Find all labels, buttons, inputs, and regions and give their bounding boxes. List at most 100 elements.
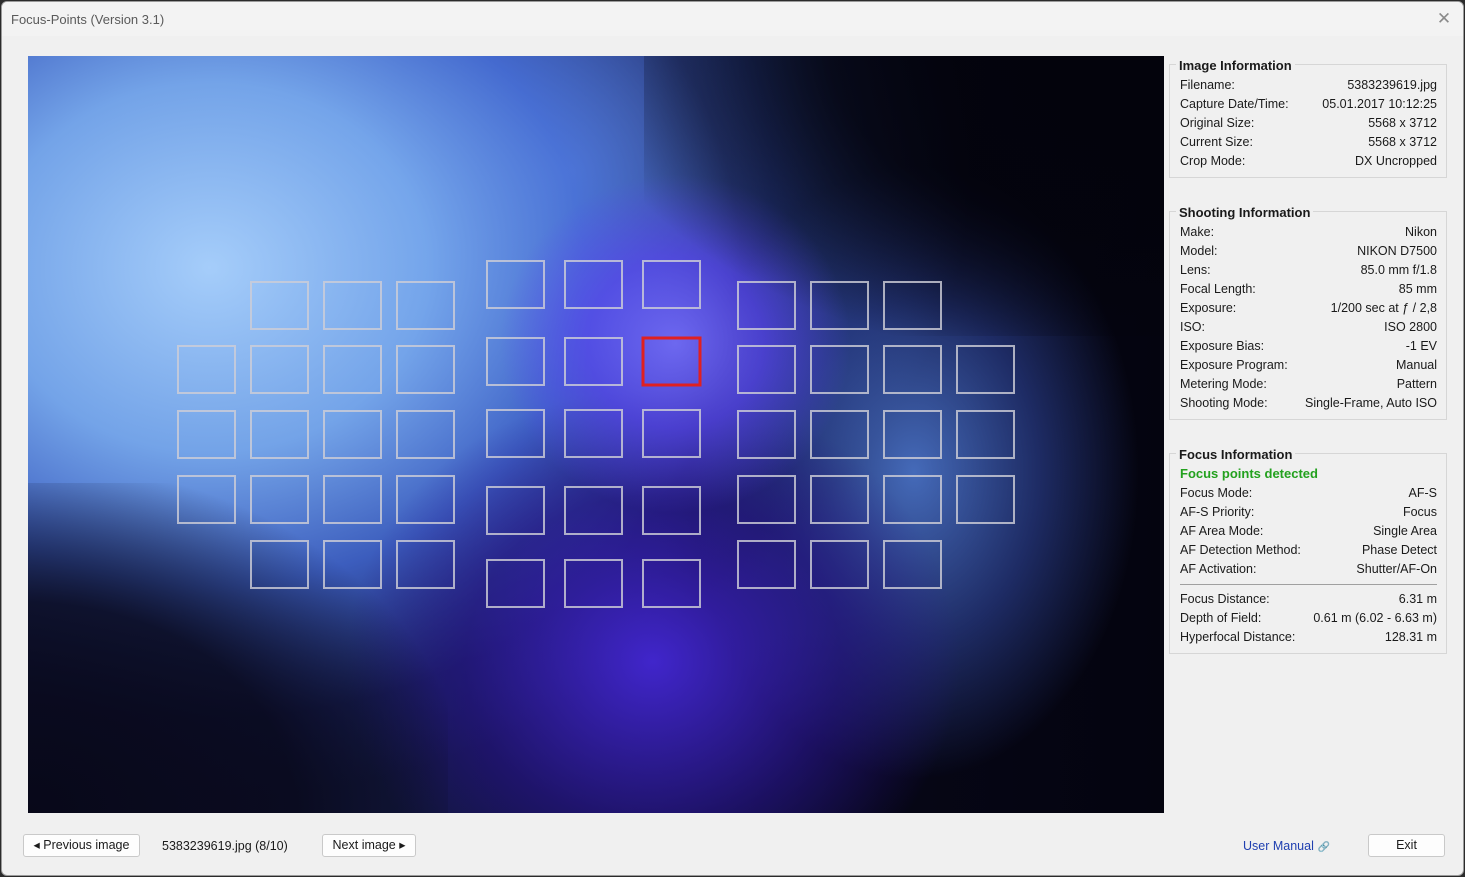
row-label: ISO: bbox=[1180, 320, 1206, 334]
row-label: Filename: bbox=[1180, 78, 1235, 92]
row-value: 85 mm bbox=[1398, 282, 1437, 296]
shooting-row-lens: Lens: 85.0 mm f/1.8 bbox=[1180, 263, 1437, 282]
row-value: 05.01.2017 10:12:25 bbox=[1322, 97, 1437, 111]
focus-row-af-detection: AF Detection Method: Phase Detect bbox=[1180, 543, 1437, 562]
af-point bbox=[486, 559, 545, 608]
next-image-button[interactable]: Next image ▸ bbox=[322, 834, 416, 857]
close-icon[interactable]: ✕ bbox=[1431, 6, 1457, 32]
row-label: Shooting Mode: bbox=[1180, 396, 1268, 410]
shooting-row-exposure: Exposure: 1/200 sec at ƒ / 2,8 bbox=[1180, 301, 1437, 320]
row-value: NIKON D7500 bbox=[1357, 244, 1437, 258]
row-label: AF-S Priority: bbox=[1180, 505, 1255, 519]
row-label: Crop Mode: bbox=[1180, 154, 1246, 168]
title-bar: Focus-Points (Version 3.1) ✕ bbox=[2, 2, 1463, 36]
shooting-row-make: Make: Nikon bbox=[1180, 225, 1437, 244]
af-point bbox=[250, 281, 309, 330]
shooting-row-shooting-mode: Shooting Mode: Single-Frame, Auto ISO bbox=[1180, 396, 1437, 415]
row-label: Metering Mode: bbox=[1180, 377, 1267, 391]
shooting-row-exposure-program: Exposure Program: Manual bbox=[1180, 358, 1437, 377]
af-point bbox=[177, 410, 236, 459]
af-point bbox=[883, 281, 942, 330]
shooting-row-iso: ISO: ISO 2800 bbox=[1180, 320, 1437, 339]
af-point bbox=[810, 410, 869, 459]
row-value: Nikon bbox=[1405, 225, 1437, 239]
row-label: Depth of Field: bbox=[1180, 611, 1262, 625]
af-point bbox=[177, 345, 236, 394]
row-value: 5383239619.jpg bbox=[1347, 78, 1437, 92]
af-point bbox=[486, 260, 545, 309]
af-point bbox=[396, 475, 455, 524]
af-point bbox=[250, 475, 309, 524]
row-value: ISO 2800 bbox=[1384, 320, 1437, 334]
row-value: 128.31 m bbox=[1384, 630, 1437, 644]
row-label: Capture Date/Time: bbox=[1180, 97, 1289, 111]
af-point bbox=[564, 337, 623, 386]
focus-row-focus-mode: Focus Mode: AF-S bbox=[1180, 486, 1437, 505]
af-point bbox=[737, 540, 796, 589]
af-point bbox=[250, 540, 309, 589]
row-label: Exposure: bbox=[1180, 301, 1237, 315]
af-point bbox=[486, 486, 545, 535]
focus-row-afs-priority: AF-S Priority: Focus bbox=[1180, 505, 1437, 524]
af-point bbox=[323, 410, 382, 459]
row-value: Focus bbox=[1402, 505, 1437, 519]
shooting-information-title: Shooting Information bbox=[1176, 205, 1314, 220]
af-point bbox=[323, 345, 382, 394]
row-label: Original Size: bbox=[1180, 116, 1255, 130]
previous-image-button[interactable]: ◂ Previous image bbox=[23, 834, 140, 857]
af-point bbox=[323, 475, 382, 524]
focus-row-af-area-mode: AF Area Mode: Single Area bbox=[1180, 524, 1437, 543]
row-value: -1 EV bbox=[1405, 339, 1437, 353]
row-value: Manual bbox=[1396, 358, 1437, 372]
focus-information-title: Focus Information bbox=[1176, 447, 1296, 462]
af-point bbox=[956, 475, 1015, 524]
af-point bbox=[396, 345, 455, 394]
focus-row-hyperfocal: Hyperfocal Distance: 128.31 m bbox=[1180, 630, 1437, 649]
row-value: Single-Frame, Auto ISO bbox=[1304, 396, 1437, 410]
user-manual-label: User Manual bbox=[1243, 839, 1314, 853]
af-point bbox=[564, 486, 623, 535]
af-point bbox=[250, 345, 309, 394]
info-row-filename: Filename: 5383239619.jpg bbox=[1180, 78, 1437, 97]
row-value: Pattern bbox=[1396, 377, 1437, 391]
file-counter-label: 5383239619.jpg (8/10) bbox=[162, 839, 288, 853]
shooting-row-focal-length: Focal Length: 85 mm bbox=[1180, 282, 1437, 301]
af-point bbox=[956, 345, 1015, 394]
af-point-active bbox=[641, 336, 702, 387]
af-point bbox=[642, 559, 701, 608]
row-label: Exposure Program: bbox=[1180, 358, 1288, 372]
shooting-information-panel: Shooting Information Make: Nikon Model: NI… bbox=[1169, 205, 1447, 420]
exit-button[interactable]: Exit bbox=[1368, 834, 1445, 857]
af-point bbox=[737, 281, 796, 330]
image-information-panel: Image Information Filename: 5383239619.jp… bbox=[1169, 58, 1447, 178]
af-point bbox=[323, 540, 382, 589]
info-row-current-size: Current Size: 5568 x 3712 bbox=[1180, 135, 1437, 154]
af-point bbox=[564, 260, 623, 309]
af-point bbox=[737, 345, 796, 394]
af-point bbox=[486, 409, 545, 458]
af-point bbox=[883, 410, 942, 459]
af-point bbox=[810, 540, 869, 589]
info-row-original-size: Original Size: 5568 x 3712 bbox=[1180, 116, 1437, 135]
focus-status: Focus points detected bbox=[1180, 466, 1318, 481]
photo-preview bbox=[28, 56, 1164, 813]
focus-information-panel: Focus Information Focus points detected … bbox=[1169, 447, 1447, 654]
af-point bbox=[396, 410, 455, 459]
row-value: 5568 x 3712 bbox=[1368, 135, 1437, 149]
focus-row-depth-of-field: Depth of Field: 0.61 m (6.02 - 6.63 m) bbox=[1180, 611, 1437, 630]
info-row-capture-date: Capture Date/Time: 05.01.2017 10:12:25 bbox=[1180, 97, 1437, 116]
af-point bbox=[883, 475, 942, 524]
row-value: 85.0 mm f/1.8 bbox=[1360, 263, 1437, 277]
af-point bbox=[564, 409, 623, 458]
user-manual-link[interactable]: User Manual 🔗 bbox=[1243, 839, 1330, 853]
row-label: Make: bbox=[1180, 225, 1215, 239]
shooting-row-model: Model: NIKON D7500 bbox=[1180, 244, 1437, 263]
row-label: Current Size: bbox=[1180, 135, 1253, 149]
row-label: Model: bbox=[1180, 244, 1218, 258]
af-point bbox=[956, 410, 1015, 459]
row-value: AF-S bbox=[1408, 486, 1437, 500]
af-point bbox=[486, 337, 545, 386]
row-label: Exposure Bias: bbox=[1180, 339, 1265, 353]
row-value: DX Uncropped bbox=[1355, 154, 1437, 168]
row-label: Focal Length: bbox=[1180, 282, 1256, 296]
